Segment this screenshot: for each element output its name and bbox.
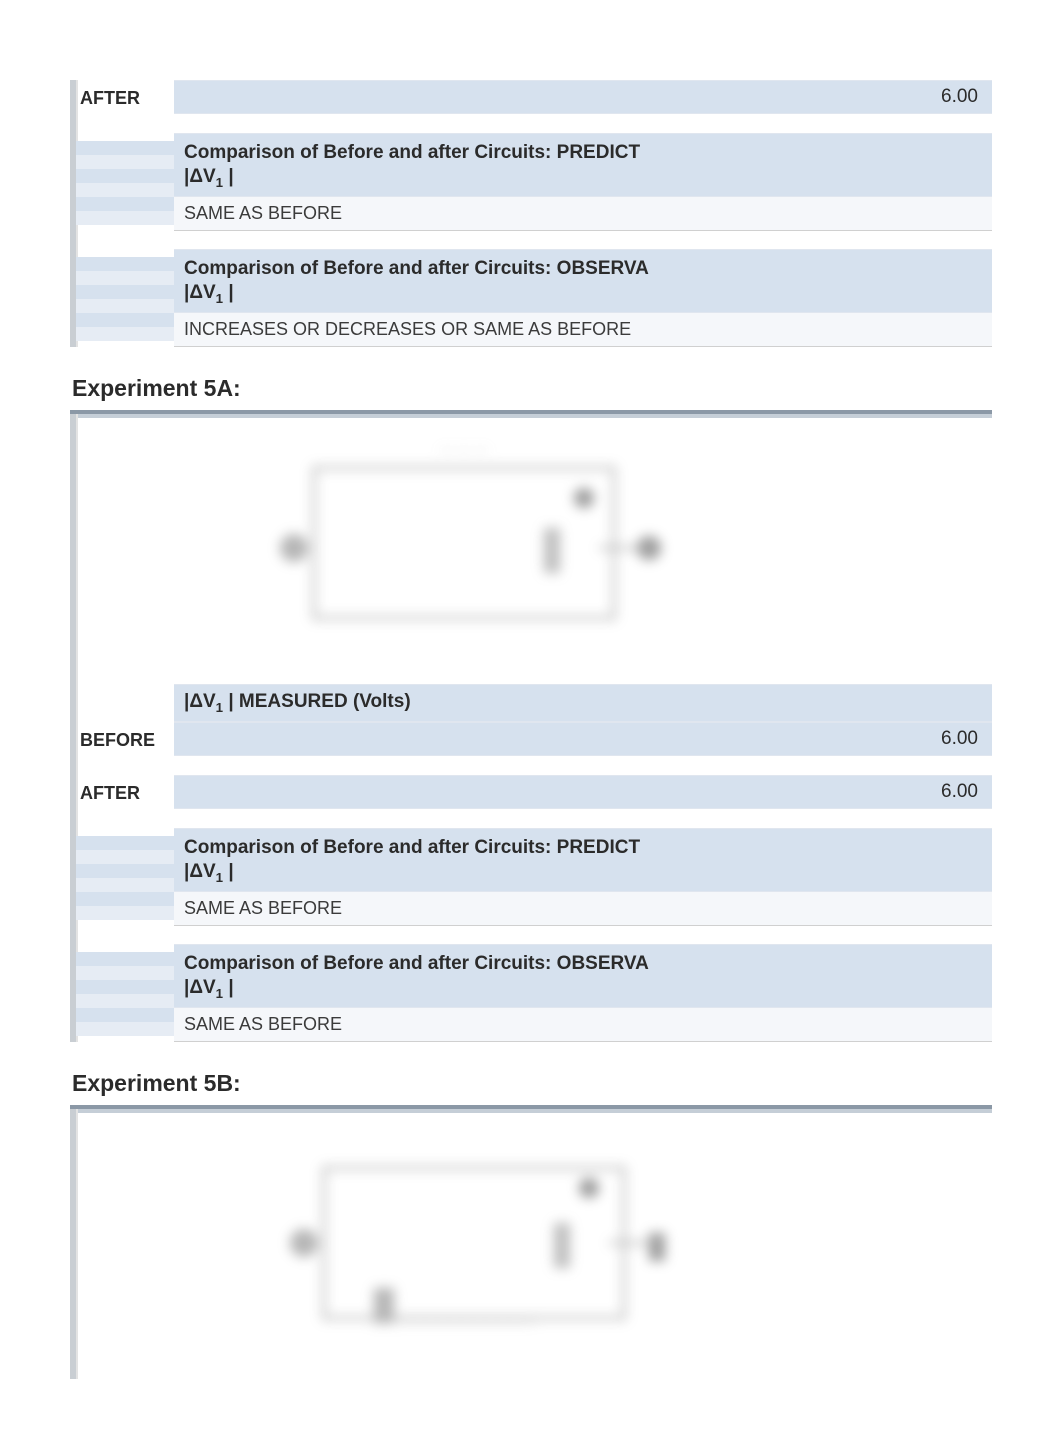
after-label: AFTER: [76, 80, 174, 115]
predict-answer-5a: SAME AS BEFORE: [174, 892, 992, 926]
measured-header: |ΔV1 | MEASURED (Volts): [174, 684, 992, 722]
observe-answer-5a: SAME AS BEFORE: [174, 1008, 992, 1042]
circuit-image-5b: [174, 1123, 992, 1373]
observe-answer: INCREASES OR DECREASES OR SAME AS BEFORE: [174, 313, 992, 347]
observe-header: Comparison of Before and after Circuits:…: [174, 249, 992, 313]
svg-text:— — —: — — —: [439, 440, 489, 456]
exp5a-title: Experiment 5A:: [70, 365, 992, 414]
observe-dv1: |ΔV1 |: [184, 282, 982, 306]
after-value-5a: 6.00: [174, 775, 992, 809]
observe-dv1-5a: |ΔV1 |: [184, 977, 982, 1001]
observe-header-5a: Comparison of Before and after Circuits:…: [174, 944, 992, 1008]
after-value: 6.00: [174, 80, 992, 114]
predict-header-text: Comparison of Before and after Circuits:…: [184, 142, 640, 163]
predict-header: Comparison of Before and after Circuits:…: [174, 133, 992, 197]
before-label-5a: BEFORE: [76, 722, 174, 757]
observe-header-text: Comparison of Before and after Circuits:…: [184, 258, 649, 279]
exp5b-title: Experiment 5B:: [70, 1060, 992, 1109]
predict-dv1-5a: |ΔV1 |: [184, 861, 982, 885]
predict-dv1: |ΔV1 |: [184, 166, 982, 190]
after-label-5a: AFTER: [76, 775, 174, 810]
before-value-5a: 6.00: [174, 722, 992, 756]
observe-header-text-5a: Comparison of Before and after Circuits:…: [184, 953, 649, 974]
predict-header-5a: Comparison of Before and after Circuits:…: [174, 828, 992, 892]
predict-header-text-5a: Comparison of Before and after Circuits:…: [184, 837, 640, 858]
circuit-image-5a: — — —: [174, 428, 992, 678]
predict-answer: SAME AS BEFORE: [174, 197, 992, 231]
